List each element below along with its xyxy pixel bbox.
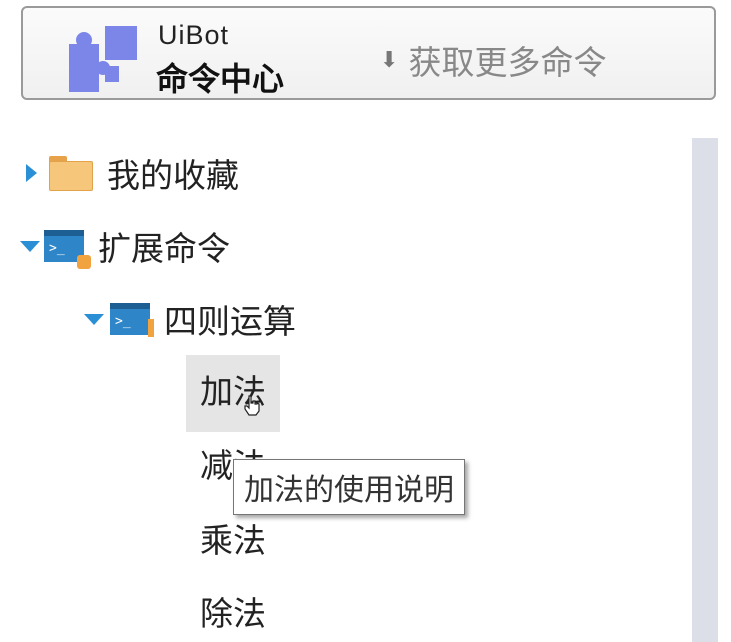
download-arrow-icon: ⬇ (380, 47, 399, 73)
tree-node-extensions[interactable]: >_ 扩展命令 (20, 218, 230, 274)
command-item-add[interactable]: 加法 (186, 355, 280, 432)
tooltip: 加法的使用说明 (233, 459, 465, 515)
command-center-header[interactable]: UiBot 命令中心 ⬇ 获取更多命令 (21, 6, 716, 100)
folder-icon (49, 156, 93, 191)
vertical-scrollbar[interactable] (692, 138, 718, 642)
collapse-caret-icon[interactable] (20, 240, 40, 252)
tree-node-label: 四则运算 (164, 302, 296, 341)
tree-node-label: 我的收藏 (107, 156, 239, 195)
tooltip-text: 加法的使用说明 (244, 473, 454, 508)
collapse-caret-icon[interactable] (84, 313, 104, 325)
puzzle-icon (69, 26, 137, 92)
command-window-icon: >_ (110, 303, 154, 337)
tree-node-arithmetic[interactable]: >_ 四则运算 (84, 291, 296, 347)
expand-caret-icon[interactable] (26, 164, 37, 182)
get-more-commands-button[interactable]: ⬇ 获取更多命令 (380, 36, 606, 84)
tree-node-label: 扩展命令 (98, 229, 230, 268)
brand-subtitle: 命令中心 (156, 60, 285, 98)
brand-name: UiBot (158, 20, 230, 50)
get-more-label: 获取更多命令 (408, 43, 607, 82)
hand-cursor-icon (244, 395, 260, 416)
command-center-panel: UiBot 命令中心 ⬇ 获取更多命令 我的收藏 >_ 扩展命令 >_ 四则运算… (0, 0, 731, 642)
tree-node-favorites[interactable]: 我的收藏 (26, 145, 239, 201)
command-item-divide[interactable]: 除法 (200, 597, 266, 630)
command-item-multiply[interactable]: 乘法 (200, 524, 266, 557)
extension-command-icon: >_ (44, 230, 91, 269)
